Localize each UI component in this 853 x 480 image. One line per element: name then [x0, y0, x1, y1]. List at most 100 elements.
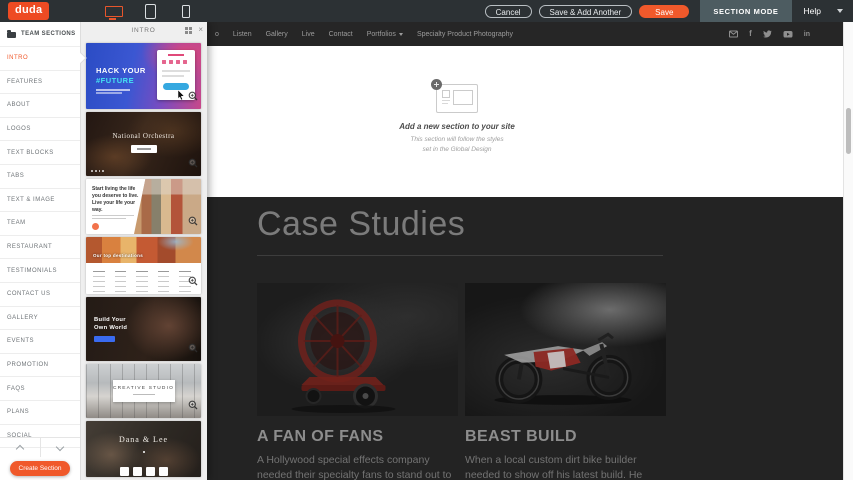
section-thumbnails: HACK YOUR #FUTURE National Orchestra — [80, 38, 207, 477]
sidebar-category-list: INTRO FEATURES ABOUT LOGOS TEXT BLOCKS T… — [0, 47, 80, 448]
scroll-down-button[interactable] — [40, 438, 81, 457]
nav-item-partial[interactable]: o — [215, 31, 219, 38]
sidebar-item-plans[interactable]: PLANS — [0, 401, 80, 425]
add-section-area: Add a new section to your site This sect… — [207, 46, 844, 197]
thumb-title: National Orchestra — [86, 132, 201, 140]
thumb-title: HACK YOUR — [96, 66, 146, 75]
sidebar-item-tabs[interactable]: TABS — [0, 165, 80, 189]
email-icon[interactable] — [729, 30, 738, 38]
sidebar-item-contact-us[interactable]: CONTACT US — [0, 283, 80, 307]
help-menu[interactable]: Help — [804, 6, 843, 16]
sidebar-pager — [0, 437, 80, 457]
case-study-bike: BEAST BUILD When a local custom dirt bik… — [465, 283, 666, 480]
thumbnail-top-destinations[interactable]: Our top destinations — [86, 237, 201, 294]
scrollbar-thumb[interactable] — [846, 108, 851, 154]
thumb-button — [94, 336, 115, 342]
thumb-dot — [143, 451, 145, 453]
zoom-preview-icon[interactable] — [188, 340, 198, 358]
case-study-body: When a local custom dirt bike builder ne… — [465, 453, 663, 480]
mobile-device-button[interactable] — [175, 0, 197, 22]
chevron-down-icon — [56, 442, 64, 450]
nav-item-listen[interactable]: Listen — [233, 31, 252, 38]
placeholder-subtext: This section will follow the styles set … — [377, 135, 537, 155]
twitter-icon[interactable] — [763, 30, 772, 38]
nav-item-gallery[interactable]: Gallery — [266, 31, 288, 38]
sidebar-item-intro[interactable]: INTRO — [0, 47, 80, 71]
sidebar-item-about[interactable]: ABOUT — [0, 94, 80, 118]
sidebar-item-promotion[interactable]: PROMOTION — [0, 354, 80, 378]
thumb-countdown — [120, 467, 168, 476]
site-canvas: o Listen Gallery Live Contact Portfolios… — [207, 22, 844, 480]
save-add-another-button[interactable]: Save & Add Another — [539, 5, 633, 18]
sidebar-item-features[interactable]: FEATURES — [0, 71, 80, 95]
heading-divider — [257, 255, 663, 256]
site-nav-links: o Listen Gallery Live Contact Portfolios… — [215, 22, 513, 46]
scroll-up-button[interactable] — [0, 438, 40, 457]
section-layout-icon — [436, 84, 478, 113]
add-section-placeholder[interactable]: Add a new section to your site This sect… — [377, 84, 537, 155]
zoom-preview-icon[interactable] — [188, 155, 198, 173]
sidebar-item-gallery[interactable]: GALLERY — [0, 307, 80, 331]
zoom-preview-icon[interactable] — [188, 397, 198, 415]
sidebar-item-text-image[interactable]: TEXT & IMAGE — [0, 189, 80, 213]
close-icon[interactable]: × — [198, 24, 203, 36]
save-button[interactable]: Save — [639, 5, 689, 18]
grid-view-icon[interactable] — [185, 27, 192, 34]
sidebar-item-logos[interactable]: LOGOS — [0, 118, 80, 142]
tablet-icon — [145, 4, 156, 19]
thumbnail-national-orchestra[interactable]: National Orchestra — [86, 112, 201, 176]
page-scrollbar[interactable] — [843, 22, 853, 480]
thumb-text-bar — [92, 218, 126, 219]
fan-image — [257, 283, 458, 416]
zoom-preview-icon[interactable] — [188, 88, 198, 106]
sidebar-item-team[interactable]: TEAM — [0, 212, 80, 236]
social-icons: f in — [729, 22, 810, 46]
thumbnail-live-your-way[interactable]: Start living the life you deserve to liv… — [86, 179, 201, 234]
facebook-icon[interactable]: f — [749, 30, 752, 38]
linkedin-icon[interactable]: in — [804, 31, 810, 38]
desktop-icon — [105, 6, 123, 17]
sidebar-item-testimonials[interactable]: TESTIMONIALS — [0, 259, 80, 283]
placeholder-title: Add a new section to your site — [377, 122, 537, 131]
tablet-device-button[interactable] — [139, 0, 161, 22]
thumb-button — [92, 223, 99, 230]
case-study-columns: A FAN OF FANS A Hollywood special effect… — [257, 283, 844, 480]
nav-item-portfolios[interactable]: Portfolios — [367, 31, 403, 38]
nav-item-specialty[interactable]: Specialty Product Photography — [417, 31, 513, 38]
thumbnail-build-your-own-world[interactable]: Build Your Own World — [86, 297, 201, 361]
thumbnail-creative-studio[interactable]: CREATIVE STUDIO — [86, 364, 201, 418]
panel-header: INTRO × — [80, 22, 207, 38]
case-study-title: A FAN OF FANS — [257, 428, 458, 446]
section-mode-badge: SECTION MODE — [700, 0, 791, 22]
site-nav-bar: o Listen Gallery Live Contact Portfolios… — [207, 22, 844, 46]
cancel-button[interactable]: Cancel — [485, 5, 532, 18]
desktop-device-button[interactable] — [103, 0, 125, 22]
thumb-subtitle: #FUTURE — [96, 76, 134, 85]
thumb-text-bar — [96, 92, 122, 94]
zoom-preview-icon[interactable] — [188, 273, 198, 291]
thumb-title: Dana & Lee — [86, 435, 201, 444]
chevron-down-icon — [399, 33, 403, 36]
thumbnail-dana-and-lee[interactable]: Dana & Lee — [86, 421, 201, 477]
create-section-button[interactable]: Create Section — [10, 461, 70, 476]
sidebar-item-events[interactable]: EVENTS — [0, 330, 80, 354]
bike-image — [465, 283, 666, 416]
thumb-table — [89, 266, 198, 291]
thumb-slider-dots — [91, 170, 104, 172]
sidebar-item-restaurant[interactable]: RESTAURANT — [0, 236, 80, 260]
youtube-icon[interactable] — [783, 30, 793, 38]
sidebar-item-text-blocks[interactable]: TEXT BLOCKS — [0, 141, 80, 165]
sidebar-title: TEAM SECTIONS — [21, 31, 76, 37]
thumb-button — [131, 145, 157, 153]
nav-item-live[interactable]: Live — [302, 31, 315, 38]
section-preview-panel: INTRO × HACK YOUR #FUTURE Natio — [80, 22, 207, 480]
nav-item-contact[interactable]: Contact — [329, 31, 353, 38]
case-study-title: BEAST BUILD — [465, 428, 666, 446]
duda-logo[interactable]: duda — [8, 2, 49, 20]
chevron-down-icon — [837, 9, 843, 13]
thumbnail-hack-your-future[interactable]: HACK YOUR #FUTURE — [86, 43, 201, 109]
help-label: Help — [804, 6, 821, 16]
sidebar-item-faqs[interactable]: FAQS — [0, 377, 80, 401]
zoom-preview-icon[interactable] — [188, 213, 198, 231]
device-switcher — [103, 0, 197, 22]
